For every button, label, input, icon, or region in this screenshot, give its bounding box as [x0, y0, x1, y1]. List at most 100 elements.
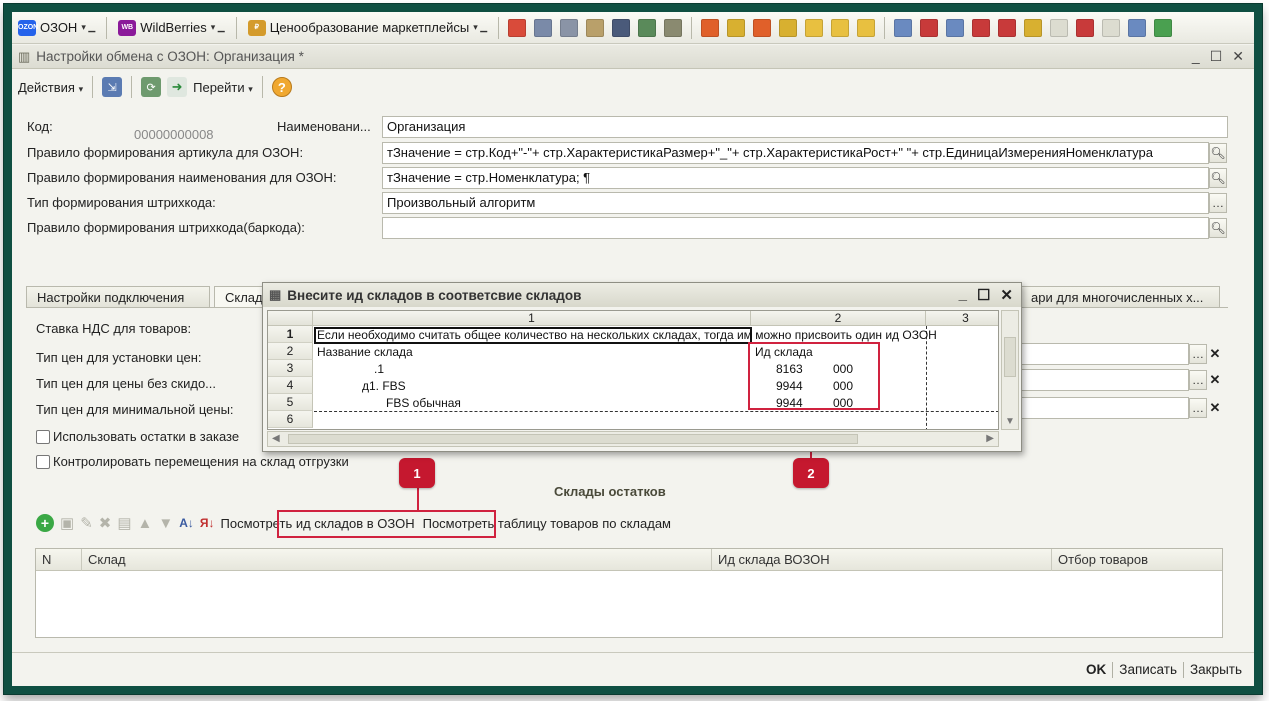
control-move-checkbox[interactable] — [36, 455, 50, 469]
users-icon[interactable] — [612, 18, 631, 37]
ellipsis-icon[interactable]: … — [1189, 398, 1207, 418]
cell-warehouse-name[interactable]: FBS обычная — [386, 395, 461, 411]
coins-icon[interactable] — [831, 18, 850, 37]
column-warehouse[interactable]: Склад — [82, 549, 712, 571]
maximize-icon[interactable]: ☐ — [977, 286, 990, 304]
column-header-1[interactable]: 1 — [313, 311, 751, 326]
sort-asc-icon[interactable]: A↓ — [179, 516, 194, 530]
table-icon[interactable] — [638, 18, 657, 37]
warehouse-icon[interactable] — [753, 18, 772, 37]
actions-menu[interactable]: Действия ▾ — [18, 80, 83, 95]
warehouse-icon[interactable] — [727, 18, 746, 37]
row-header-5[interactable]: 5 — [268, 394, 313, 411]
ok-button[interactable]: OK — [1086, 662, 1106, 677]
row-header-1[interactable]: 1 — [268, 326, 313, 343]
coins-icon[interactable] — [857, 18, 876, 37]
row-header-4[interactable]: 4 — [268, 377, 313, 394]
add-icon[interactable] — [1154, 18, 1173, 37]
use-stock-checkbox[interactable] — [36, 430, 50, 444]
row-header-2[interactable]: 2 — [268, 343, 313, 360]
code-field[interactable]: 00000000008 — [130, 125, 240, 147]
cell-note[interactable]: Если необходимо считать общее количество… — [317, 327, 937, 343]
exchange-icon[interactable] — [894, 18, 913, 37]
pricing-menu[interactable]: ₽ Ценообразование маркетплейсы ▾ ▁ — [244, 16, 491, 40]
clear-icon[interactable]: ✕ — [1207, 344, 1223, 364]
scroll-thumb[interactable] — [1004, 337, 1016, 377]
exchange-icon[interactable] — [920, 18, 939, 37]
barcode-rule-field[interactable] — [382, 217, 1209, 239]
warehouse-icon[interactable] — [779, 18, 798, 37]
column-ozon-warehouse-id[interactable]: Ид склада ВОЗОН — [712, 549, 1052, 571]
tab-connection-settings[interactable]: Настройки подключения — [26, 286, 210, 308]
copy-icon[interactable]: ▣ — [60, 514, 74, 532]
scroll-right-icon[interactable]: ▶ — [986, 433, 994, 444]
clear-icon[interactable]: ✕ — [1207, 398, 1223, 418]
refresh-icon[interactable] — [1128, 18, 1147, 37]
move-up-icon[interactable]: ▲ — [138, 515, 153, 532]
minimize-icon[interactable]: _ — [959, 286, 967, 304]
cell-warehouse-name[interactable]: .1 — [374, 361, 384, 377]
edit-icon[interactable] — [664, 18, 683, 37]
price-nodisc-field[interactable] — [1017, 369, 1189, 391]
ellipsis-icon[interactable]: … — [1189, 344, 1207, 364]
end-edit-icon[interactable]: ▤ — [117, 514, 131, 532]
search-icon[interactable]: 🔍︎ — [1209, 168, 1227, 188]
close-icon[interactable]: ✕ — [1232, 48, 1244, 65]
document-icon[interactable] — [586, 18, 605, 37]
close-icon[interactable]: ✕ — [1000, 286, 1013, 304]
add-row-icon[interactable]: + — [36, 514, 54, 532]
search-icon[interactable]: 🔍︎ — [1209, 218, 1227, 238]
scroll-left-icon[interactable]: ◀ — [272, 433, 280, 444]
tab-multi[interactable]: ари для многочисленных х... — [1020, 286, 1220, 308]
cell-warehouse-name[interactable]: д1. FBS — [362, 378, 406, 394]
barcode-type-field[interactable]: Произвольный алгоритм — [382, 192, 1209, 214]
ellipsis-icon[interactable]: … — [1189, 370, 1207, 390]
article-rule-field[interactable]: тЗначение = стр.Код+"-"+ стр.Характерист… — [382, 142, 1209, 164]
name-field[interactable]: Организация — [382, 116, 1228, 138]
refresh-icon[interactable]: ⟳ — [141, 77, 162, 97]
cell-warehouse-name-header[interactable]: Название склада — [317, 344, 413, 360]
coins-icon[interactable] — [1024, 18, 1043, 37]
row-header-6[interactable]: 6 — [268, 411, 313, 428]
spreadsheet[interactable]: 1 2 3 1 2 3 4 5 6 Если необходимо считат… — [267, 310, 999, 430]
save-button[interactable]: Записать — [1119, 662, 1177, 677]
column-header-2[interactable]: 2 — [751, 311, 926, 326]
document-icon[interactable] — [1050, 18, 1069, 37]
exchange-icon[interactable] — [972, 18, 991, 37]
document-icon[interactable] — [1102, 18, 1121, 37]
maximize-icon[interactable]: ☐ — [1210, 48, 1223, 65]
ozon-menu[interactable]: OZON ОЗОН ▾ ▁ — [14, 16, 99, 40]
column-n[interactable]: N — [36, 549, 82, 571]
list-icon[interactable] — [534, 18, 553, 37]
sort-desc-icon[interactable]: Я↓ — [200, 516, 215, 530]
clear-icon[interactable]: ✕ — [1207, 370, 1223, 390]
scroll-thumb[interactable] — [288, 434, 858, 444]
wildberries-menu[interactable]: WB WildBerries ▾ ▁ — [114, 16, 228, 40]
close-button[interactable]: Закрыть — [1190, 662, 1242, 677]
minimize-icon[interactable]: _ — [1192, 48, 1200, 65]
save-close-icon[interactable]: ⇲ — [102, 77, 123, 97]
warehouse-icon[interactable] — [701, 18, 720, 37]
row-header-3[interactable]: 3 — [268, 360, 313, 377]
book-icon[interactable] — [508, 18, 527, 37]
scroll-down-icon[interactable]: ▼ — [1005, 416, 1015, 427]
delete-icon[interactable]: ✖ — [99, 514, 112, 532]
column-header-3[interactable]: 3 — [926, 311, 998, 326]
price-min-field[interactable] — [1017, 397, 1189, 419]
search-icon[interactable]: 🔍︎ — [1209, 143, 1227, 163]
exchange-icon[interactable] — [1076, 18, 1095, 37]
help-icon[interactable]: ? — [271, 77, 292, 97]
horizontal-scrollbar[interactable]: ◀ ▶ — [267, 431, 999, 447]
edit-icon[interactable]: ✎ — [80, 514, 93, 532]
goto-menu[interactable]: Перейти ▾ — [193, 80, 253, 95]
exchange-icon[interactable] — [946, 18, 965, 37]
printer-icon[interactable] — [560, 18, 579, 37]
price-type-field[interactable] — [1017, 343, 1189, 365]
coins-icon[interactable] — [805, 18, 824, 37]
exchange-icon[interactable] — [998, 18, 1017, 37]
name-rule-field[interactable]: тЗначение = стр.Номенклатура; ¶ — [382, 167, 1209, 189]
column-product-filter[interactable]: Отбор товаров — [1052, 549, 1222, 571]
go-icon[interactable]: ➜ — [167, 77, 188, 97]
move-down-icon[interactable]: ▼ — [158, 515, 173, 532]
vertical-scrollbar[interactable]: ▼ — [1001, 310, 1019, 430]
